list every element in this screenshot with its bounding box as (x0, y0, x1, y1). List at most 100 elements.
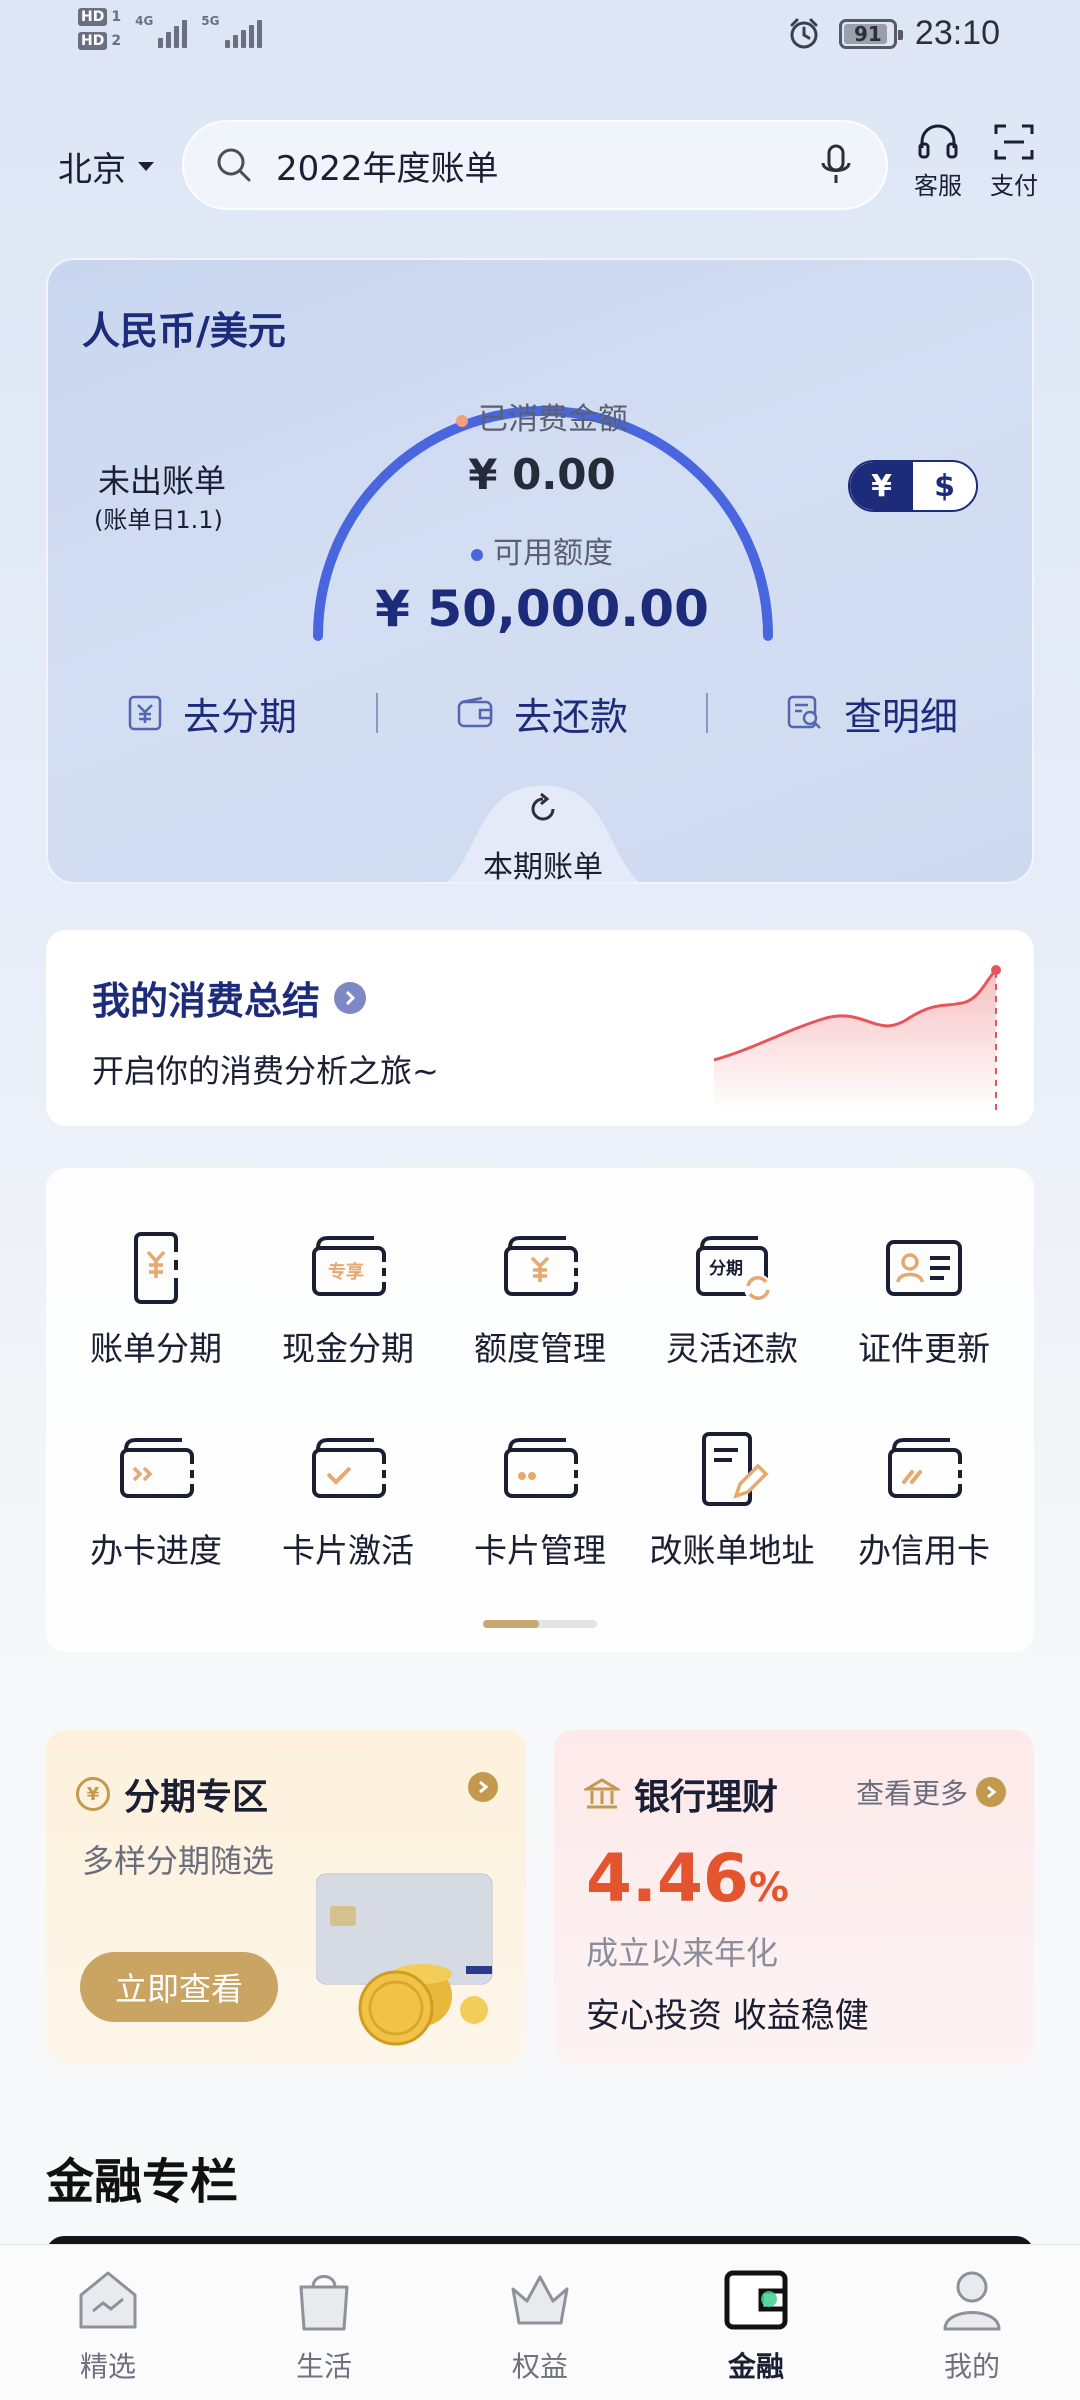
battery-level: 91 (853, 21, 882, 46)
service-limit-management[interactable]: 额度管理 (442, 1228, 638, 1370)
card-activate-icon (312, 1438, 387, 1498)
alarm-icon (790, 18, 818, 48)
nav-label: 精选 (79, 2350, 136, 2383)
chevron-right-icon[interactable] (468, 1772, 498, 1802)
sim1-number: 1 (111, 9, 122, 25)
top-header: 北京 2022年度账单 客服 支付 (0, 118, 1080, 214)
summary-subtitle: 开启你的消费分析之旅~ (92, 1052, 439, 1090)
sim2-indicator: HD 2 (78, 32, 121, 50)
bag-icon (299, 2275, 349, 2331)
card-actions: 去分期 去还款 查明细 (48, 678, 1032, 748)
rate-label: 成立以来年化 (586, 1934, 779, 1972)
spent-label: 已消费金额 (48, 394, 1032, 438)
limit-management-icon (504, 1236, 579, 1296)
spending-summary-card[interactable]: 我的消费总结 开启你的消费分析之旅~ (46, 930, 1034, 1126)
service-bill-address[interactable]: 改账单地址 (634, 1430, 830, 1572)
signal-5g-icon: 5G (201, 14, 262, 48)
chevron-right-icon (334, 981, 367, 1014)
status-bar: HD 1 HD 2 4G 5G 91 23:10 (0, 0, 1080, 78)
service-bill-installment[interactable]: 账单分期 (58, 1228, 254, 1370)
city-label: 北京 (58, 150, 126, 190)
battery-icon: 91 (838, 18, 903, 49)
search-bar[interactable]: 2022年度账单 (182, 120, 888, 210)
service-card-management[interactable]: 卡片管理 (442, 1430, 638, 1572)
nav-mine[interactable]: 我的 (864, 2245, 1080, 2400)
service-label: 现金分期 (282, 1329, 414, 1368)
service-id-update[interactable]: 证件更新 (826, 1228, 1022, 1370)
service-grid: 账单分期 专享 现金分期 额度管理 分期 灵活还款 证件更新 办卡进度 卡片激活… (46, 1168, 1034, 1652)
apply-card-icon (888, 1438, 963, 1498)
service-label: 改账单地址 (649, 1531, 815, 1570)
search-doc-icon (787, 695, 821, 729)
flexible-repay-icon: 分期 (696, 1236, 772, 1302)
annualized-rate: 4.46% (586, 1840, 789, 1917)
page-indicator (483, 1620, 597, 1628)
nav-finance[interactable]: 金融 (648, 2245, 864, 2400)
see-more-label: 查看更多 (855, 1777, 968, 1810)
bill-installment-icon (134, 1232, 179, 1304)
service-apply-card[interactable]: 办信用卡 (826, 1430, 1022, 1572)
customer-service-label: 客服 (914, 172, 962, 200)
see-more-link[interactable]: 查看更多 (856, 1772, 1006, 1812)
caret-down-icon (138, 162, 154, 171)
city-selector[interactable]: 北京 (58, 142, 154, 191)
card-progress-icon (120, 1438, 195, 1498)
wallet-icon (724, 2270, 788, 2330)
installment-text: 分期 (709, 1259, 743, 1279)
pay-button[interactable]: 支付 (990, 122, 1038, 201)
service-flexible-repay[interactable]: 分期 灵活还款 (634, 1228, 830, 1370)
sim1-hd-badge: HD (78, 8, 108, 26)
service-label: 卡片管理 (474, 1531, 606, 1570)
currency-title: 人民币/美元 (82, 309, 286, 353)
details-label: 查明细 (843, 694, 958, 739)
yuan-doc-icon (128, 695, 162, 731)
search-placeholder: 2022年度账单 (276, 148, 499, 189)
network-4g-label: 4G (135, 14, 154, 28)
page-indicator-active (483, 1620, 539, 1628)
bank-wealth-title: 银行理财 (584, 1768, 778, 1820)
installment-zone-card[interactable]: ¥ 分期专区 多样分期随选 立即查看 (46, 1730, 526, 2064)
repay-label: 去还款 (513, 694, 628, 739)
nav-life[interactable]: 生活 (216, 2245, 432, 2400)
service-card-progress[interactable]: 办卡进度 (58, 1430, 254, 1572)
view-now-button[interactable]: 立即查看 (80, 1952, 278, 2022)
service-card-activate[interactable]: 卡片激活 (250, 1430, 446, 1572)
status-right: 91 23:10 (787, 14, 1000, 53)
current-bill-tab[interactable]: 本期账单 (426, 780, 660, 884)
available-amount: ¥ 50,000.00 (375, 580, 709, 638)
details-button[interactable]: 查明细 (708, 686, 1032, 741)
finance-column-title: 金融专栏 (46, 2154, 239, 2210)
sim2-number: 2 (111, 33, 122, 49)
installment-label: 去分期 (182, 694, 297, 739)
service-cash-installment[interactable]: 专享 现金分期 (250, 1228, 446, 1370)
bank-wealth-card[interactable]: 银行理财 查看更多 4.46% 成立以来年化 安心投资 收益稳健 (554, 1730, 1034, 2064)
installment-button[interactable]: 去分期 (48, 686, 376, 741)
headset-icon (918, 124, 958, 159)
toggle-cny[interactable]: ¥ (850, 462, 913, 510)
service-label: 账单分期 (90, 1329, 222, 1368)
credit-card-panel: 人民币/美元 未出账单 (账单日1.1) 已消费金额 ¥ 0.00 可用额度 ¥… (46, 258, 1034, 884)
scan-pay-icon (994, 124, 1034, 160)
clock: 23:10 (914, 14, 1000, 52)
yuan-coin-icon: ¥ (76, 1777, 110, 1811)
credit-card-coins-image (316, 1873, 493, 2046)
customer-service-button[interactable]: 客服 (914, 122, 962, 201)
nav-featured[interactable]: 精选 (0, 2245, 216, 2400)
service-label: 办信用卡 (858, 1531, 990, 1570)
nav-label: 生活 (295, 2350, 352, 2383)
cash-installment-icon: 专享 (312, 1236, 387, 1296)
current-bill-label: 本期账单 (483, 850, 603, 884)
service-label: 证件更新 (858, 1329, 990, 1368)
signal-group: HD 1 HD 2 4G 5G (78, 8, 262, 50)
nav-benefits[interactable]: 权益 (432, 2245, 648, 2400)
currency-toggle[interactable]: ¥ $ (848, 460, 978, 512)
rate-value: 4.46 (586, 1840, 749, 1917)
toggle-usd[interactable]: $ (913, 462, 976, 510)
repay-button[interactable]: 去还款 (378, 686, 706, 741)
microphone-icon[interactable] (816, 143, 856, 187)
exclusive-text: 专享 (328, 1261, 364, 1283)
installment-zone-title-text: 分期专区 (124, 1777, 269, 1818)
summary-title-text: 我的消费总结 (92, 979, 321, 1023)
spent-dot (456, 414, 468, 427)
available-label: 可用额度 (48, 528, 1032, 572)
